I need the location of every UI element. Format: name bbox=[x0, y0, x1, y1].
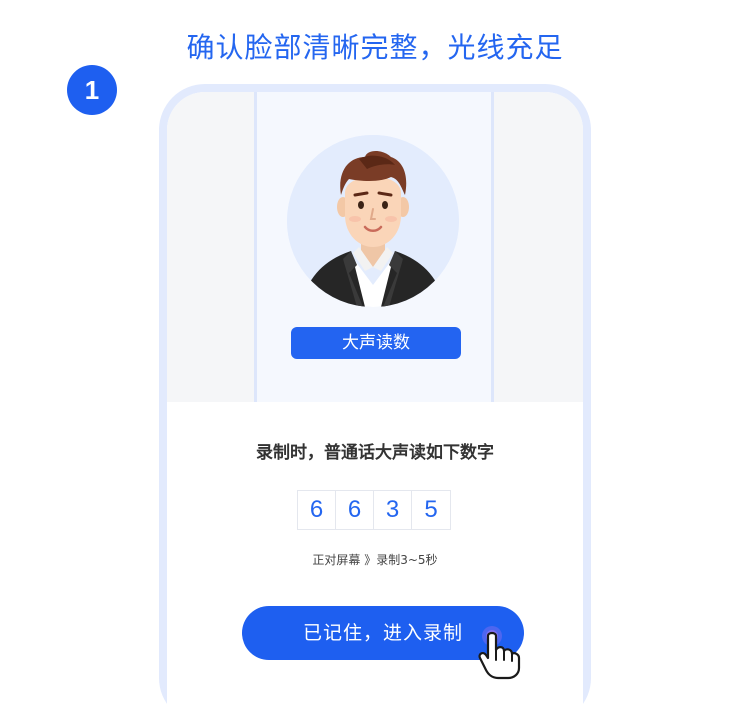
step-badge: 1 bbox=[67, 65, 117, 115]
digit-code: 6 6 3 5 bbox=[297, 490, 451, 530]
camera-area: 大声读数 bbox=[167, 92, 583, 402]
hint-text: 正对屏幕 》录制3~5秒 bbox=[312, 553, 438, 567]
digit-cell: 5 bbox=[424, 496, 438, 523]
instruction-text: 录制时，普通话大声读如下数字 bbox=[256, 443, 494, 463]
digit-cell: 6 bbox=[336, 491, 374, 529]
avatar-illustration bbox=[287, 135, 459, 307]
read-aloud-label: 大声读数 bbox=[291, 327, 461, 359]
phone-mockup: 大声读数 录制时，普通话大声读如下数字 6 6 3 5 正对屏幕 》录制3~5秒… bbox=[159, 84, 591, 724]
hand-pointer-icon bbox=[474, 624, 526, 680]
digit-cell: 3 bbox=[374, 491, 412, 529]
page-heading: 确认脸部清晰完整，光线充足 bbox=[186, 31, 564, 64]
digit-cell: 6 bbox=[298, 491, 336, 529]
